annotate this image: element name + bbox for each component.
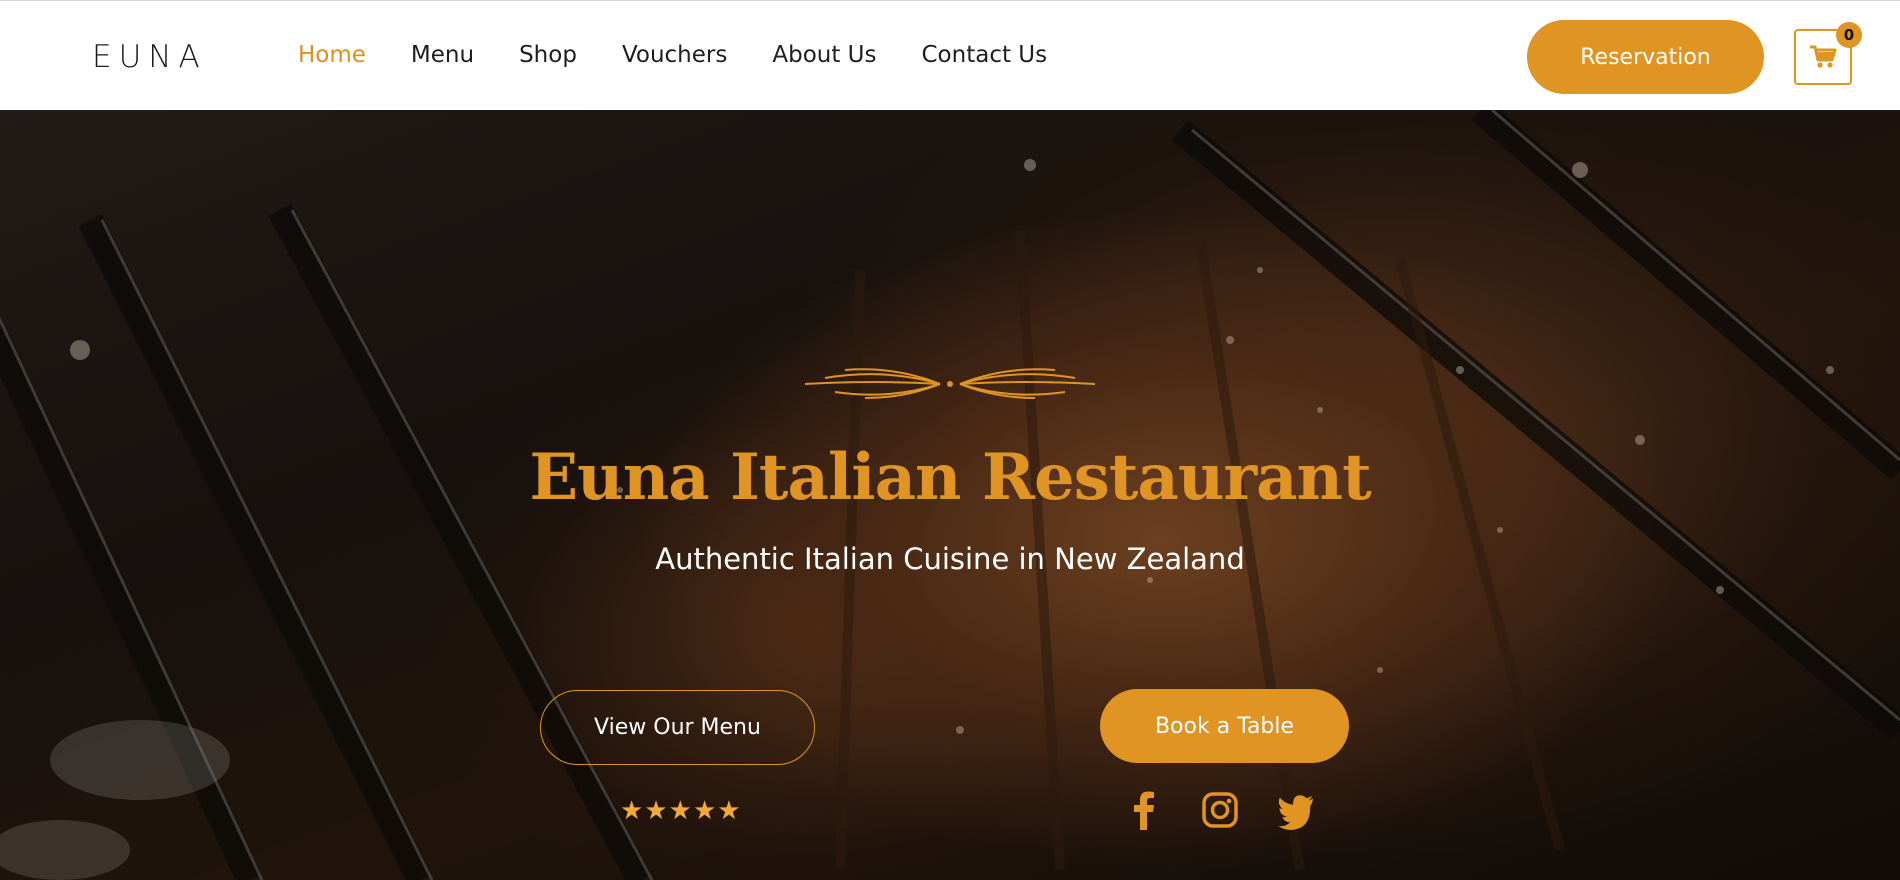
instagram-icon[interactable] <box>1201 790 1239 830</box>
star-icon: ★ <box>668 796 692 826</box>
reservation-button[interactable]: Reservation <box>1527 20 1764 94</box>
star-icon: ★ <box>620 796 644 826</box>
star-icon: ★ <box>644 796 668 826</box>
nav-home[interactable]: Home <box>298 42 366 68</box>
hero-section: Euna Italian Restaurant Authentic Italia… <box>0 110 1900 880</box>
nav-vouchers[interactable]: Vouchers <box>622 42 727 68</box>
book-table-button[interactable]: Book a Table <box>1100 689 1349 763</box>
main-nav: Home Menu Shop Vouchers About Us Contact… <box>298 42 1092 68</box>
facebook-icon[interactable] <box>1125 790 1163 830</box>
cart-button[interactable]: 0 <box>1794 22 1862 85</box>
site-header: EUNA Home Menu Shop Vouchers About Us Co… <box>0 0 1900 110</box>
nav-menu[interactable]: Menu <box>411 42 474 68</box>
social-links <box>1125 790 1315 830</box>
hero-subtitle: Authentic Italian Cuisine in New Zealand <box>655 542 1245 576</box>
ornament-divider <box>805 368 1095 399</box>
cart-icon <box>1810 45 1837 68</box>
cart-count-badge: 0 <box>1836 22 1862 48</box>
nav-shop[interactable]: Shop <box>519 42 577 68</box>
twitter-icon[interactable] <box>1277 790 1315 830</box>
star-icon: ★ <box>692 796 717 826</box>
hero-title: Euna Italian Restaurant <box>529 440 1371 515</box>
nav-contact-us[interactable]: Contact Us <box>922 42 1048 68</box>
nav-about-us[interactable]: About Us <box>772 42 876 68</box>
view-menu-button[interactable]: View Our Menu <box>540 690 815 765</box>
rating-stars: ★ ★ ★ ★ ★ <box>620 798 741 824</box>
logo[interactable]: EUNA <box>92 39 207 75</box>
star-icon: ★ <box>717 796 741 826</box>
